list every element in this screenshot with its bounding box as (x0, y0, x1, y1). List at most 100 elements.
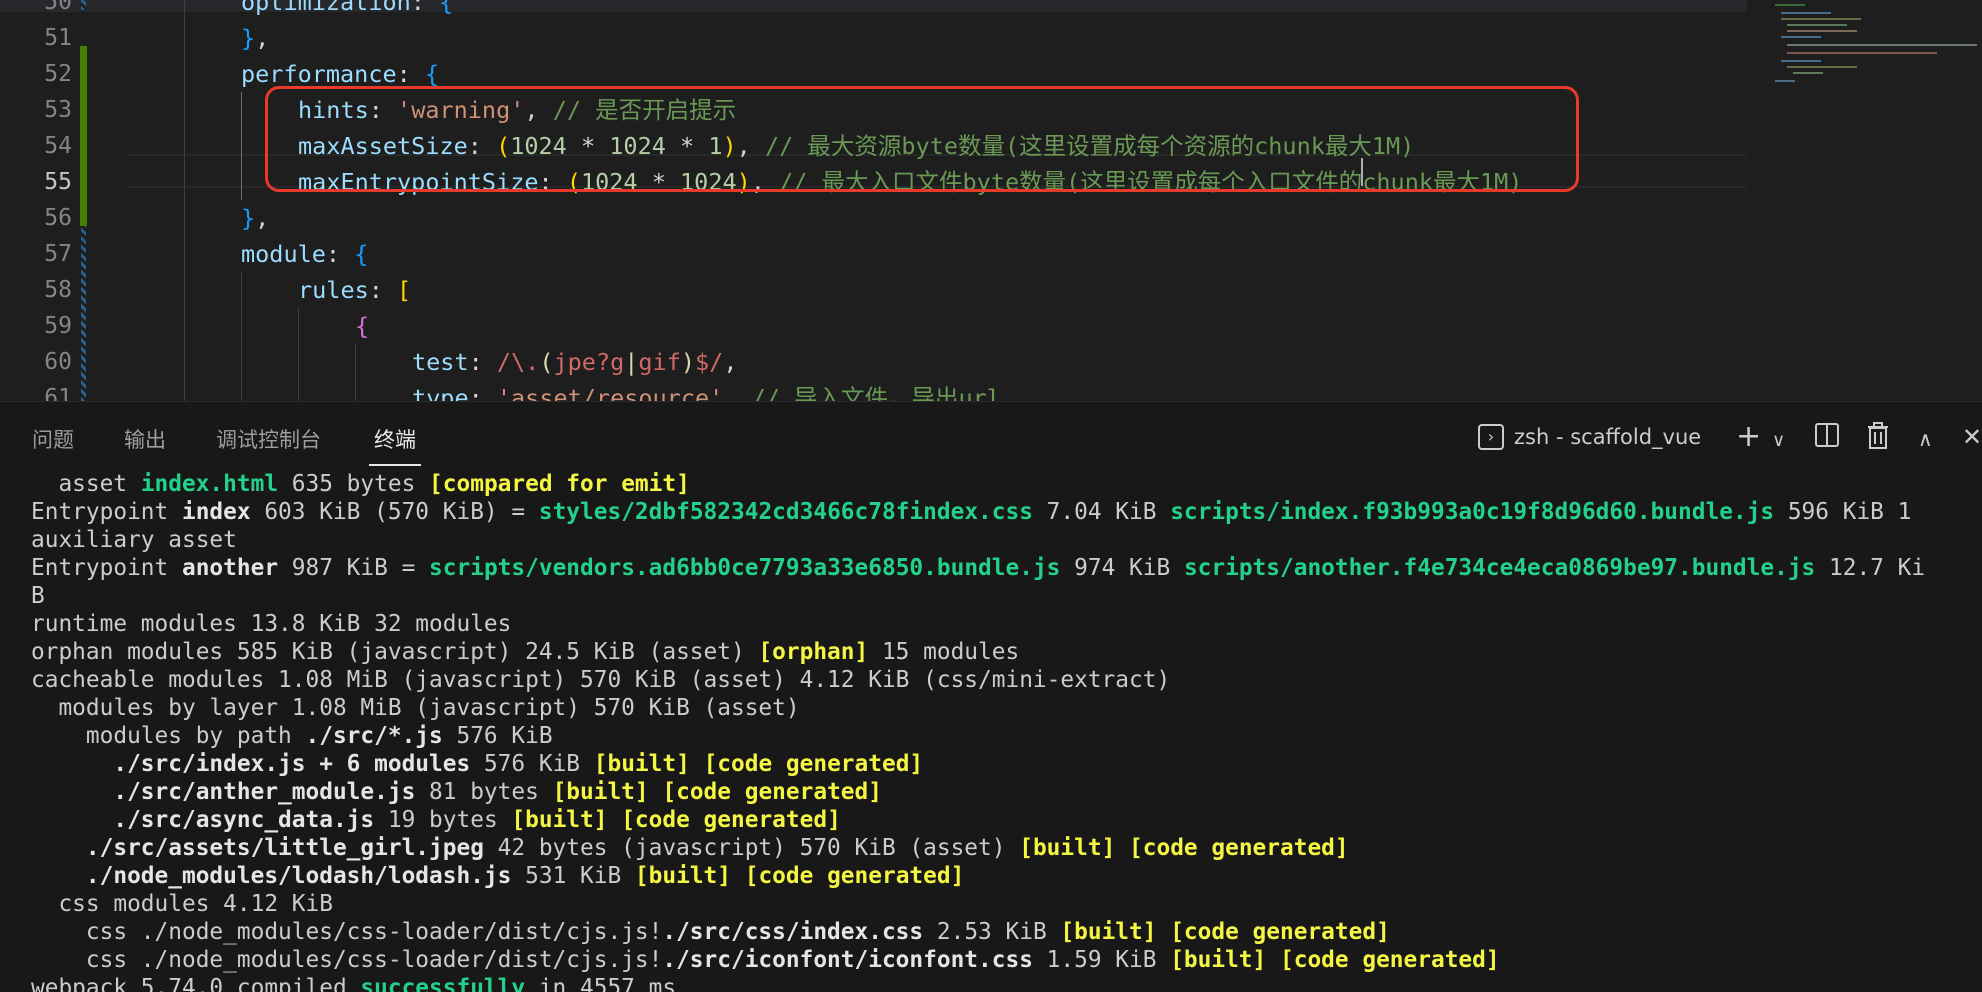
chevron-down-icon[interactable]: ∨ (1772, 426, 1785, 456)
indent-guide (184, 380, 185, 401)
terminal-segment: 1.59 KiB (1032, 947, 1171, 973)
indent-guide (184, 164, 185, 200)
terminal-segment: ./node_modules/lodash/lodash.js (85, 863, 512, 889)
code-token: // 导入文件，导出url (751, 384, 1001, 401)
line-number: 57 (44, 241, 72, 267)
chevron-up-icon[interactable]: ∧ (1918, 424, 1933, 454)
code-token: module (241, 240, 326, 268)
line-number: 60 (44, 349, 72, 375)
terminal-segment (1115, 835, 1129, 861)
indent-guide (184, 20, 185, 56)
terminal-segment: [code generated] (1280, 947, 1500, 973)
line-number: 54 (44, 133, 72, 159)
code-token: : (410, 0, 440, 16)
line-number: 51 (44, 25, 72, 51)
minimap-row (1781, 12, 1831, 14)
terminal-line: css modules 4.12 KiB (0, 890, 1982, 918)
indent-guide (355, 344, 356, 380)
annotation-highlight-box (265, 86, 1579, 192)
terminal-picker[interactable]: › zsh - scaffold_vue (1478, 424, 1701, 450)
terminal-segment: 576 KiB (442, 723, 553, 749)
indent-guide (241, 164, 242, 200)
terminal-line: ./src/index.js + 6 modules 576 KiB [buil… (0, 750, 1982, 778)
indent-guide (298, 344, 299, 380)
terminal-segment: ./src/assets/little_girl.jpeg (85, 835, 484, 861)
indent-guide (184, 272, 185, 308)
code-line[interactable]: optimization: { (241, 0, 453, 20)
tab-problems[interactable]: 问题 (32, 424, 74, 454)
line-number: 53 (44, 97, 72, 123)
code-token: | (624, 348, 639, 376)
terminal-segment: 7.04 KiB (1032, 499, 1171, 525)
terminal-segment (31, 807, 113, 833)
terminal-segment (31, 751, 113, 777)
terminal-segment: 635 bytes (278, 471, 430, 497)
code-token: test (412, 348, 469, 376)
close-icon[interactable]: ✕ (1962, 422, 1982, 452)
indent-guide (241, 272, 242, 308)
terminal-icon: › (1478, 424, 1504, 450)
plus-icon[interactable]: + (1736, 422, 1761, 452)
indent-guide (184, 344, 185, 380)
terminal-segment: Entrypoint (31, 499, 182, 525)
terminal-line: modules by layer 1.08 MiB (javascript) 5… (0, 694, 1982, 722)
terminal-segment: orphan modules 585 KiB (javascript) 24.5… (31, 639, 759, 665)
code-token: jpe?g (553, 348, 625, 376)
code-token: } (241, 24, 256, 52)
code-line[interactable]: type: 'asset/resource', // 导入文件，导出url (412, 380, 1001, 401)
code-line[interactable]: module: { (241, 236, 368, 272)
terminal-picker-label: zsh - scaffold_vue (1514, 425, 1702, 449)
code-line[interactable]: test: /\.(jpe?g|gif)$/, (412, 344, 737, 380)
minimap-row (1787, 66, 1857, 68)
tab-debug-console[interactable]: 调试控制台 (216, 424, 321, 454)
code-token: ) (680, 348, 696, 376)
indent-guide (241, 128, 242, 164)
tab-output[interactable]: 输出 (124, 424, 166, 454)
indent-guide (184, 200, 185, 236)
terminal-segment: runtime modules 13.8 KiB 32 modules (31, 611, 512, 637)
minimap[interactable] (1747, 0, 1982, 401)
terminal-segment: auxiliary asset (31, 527, 237, 553)
code-token: : (368, 276, 398, 304)
terminal-line: asset index.html 635 bytes [compared for… (0, 470, 1982, 498)
code-line[interactable]: rules: [ (298, 272, 411, 308)
code-line[interactable]: }, (241, 20, 269, 56)
code-token: 'asset/resource' (496, 384, 724, 401)
terminal-segment: in 4557 ms (525, 975, 677, 992)
bottom-panel: 问题 输出 调试控制台 终端 › zsh - scaffold_vue + ∨ … (0, 401, 1982, 992)
terminal-segment: modules by path (31, 723, 306, 749)
git-added-indicator-top[interactable] (81, 0, 86, 10)
code-editor[interactable]: 50 51 52 53 54 55 56 57 58 59 60 61 optimization: {… (0, 0, 1982, 401)
terminal-segment: index (181, 499, 251, 525)
indent-guide (184, 56, 185, 92)
indent-guide (355, 380, 356, 401)
code-token: : (325, 240, 355, 268)
code-line[interactable]: { (355, 308, 369, 344)
terminal-segment: ./src/iconfont/iconfont.css (662, 947, 1033, 973)
terminal-segment: css modules 4.12 KiB (31, 891, 333, 917)
tab-terminal[interactable]: 终端 (374, 424, 416, 454)
git-modified-indicator[interactable] (80, 46, 87, 226)
terminal-segment: Entrypoint (31, 555, 182, 581)
indent-guide (241, 380, 242, 401)
terminal-line: ./src/assets/little_girl.jpeg 42 bytes (… (0, 834, 1982, 862)
terminal-segment: index.html (140, 471, 279, 497)
indent-guide (241, 308, 242, 344)
minimap-row (1781, 60, 1821, 62)
git-added-indicator[interactable] (81, 226, 86, 401)
terminal-segment: [built] (1060, 919, 1157, 945)
indent-guide (184, 92, 185, 128)
code-line[interactable]: }, (241, 200, 269, 236)
terminal-segment: webpack 5.74.0 compiled (31, 975, 361, 992)
terminal-line: ./node_modules/lodash/lodash.js 531 KiB … (0, 862, 1982, 890)
terminal-line: orphan modules 585 KiB (javascript) 24.5… (0, 638, 1982, 666)
terminal-segment: 12.7 Ki (1815, 555, 1926, 581)
terminal-segment: ./src/css/index.css (662, 919, 924, 945)
terminal-segment: [code generated] (1129, 835, 1349, 861)
indent-guide (184, 236, 185, 272)
terminal-output[interactable]: asset index.html 635 bytes [compared for… (0, 470, 1982, 992)
terminal-segment (690, 751, 704, 777)
trash-icon[interactable] (1866, 422, 1890, 457)
terminal-segment: 81 bytes (415, 779, 553, 805)
split-editor-icon[interactable] (1814, 422, 1840, 455)
